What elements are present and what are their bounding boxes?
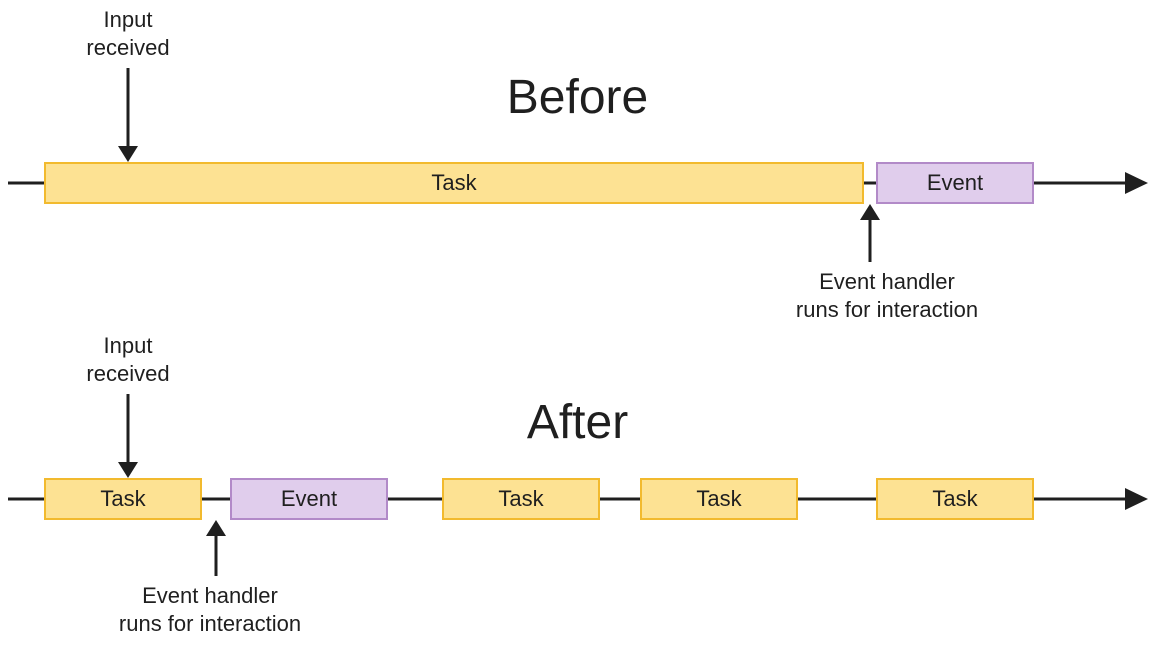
before-event-block: Event	[876, 162, 1034, 204]
after-input-annotation: Inputreceived	[68, 332, 188, 387]
diagram-canvas: Before Inputreceived Event handlerruns f…	[0, 0, 1155, 647]
after-task2-block: Task	[442, 478, 600, 520]
after-handler-annotation: Event handlerruns for interaction	[105, 582, 315, 637]
after-title: After	[527, 395, 628, 450]
before-title: Before	[507, 70, 648, 125]
after-event-block: Event	[230, 478, 388, 520]
after-task3-block: Task	[640, 478, 798, 520]
before-handler-annotation: Event handlerruns for interaction	[782, 268, 992, 323]
after-task1-block: Task	[44, 478, 202, 520]
before-input-annotation: Inputreceived	[68, 6, 188, 61]
before-task-block: Task	[44, 162, 864, 204]
after-task4-block: Task	[876, 478, 1034, 520]
